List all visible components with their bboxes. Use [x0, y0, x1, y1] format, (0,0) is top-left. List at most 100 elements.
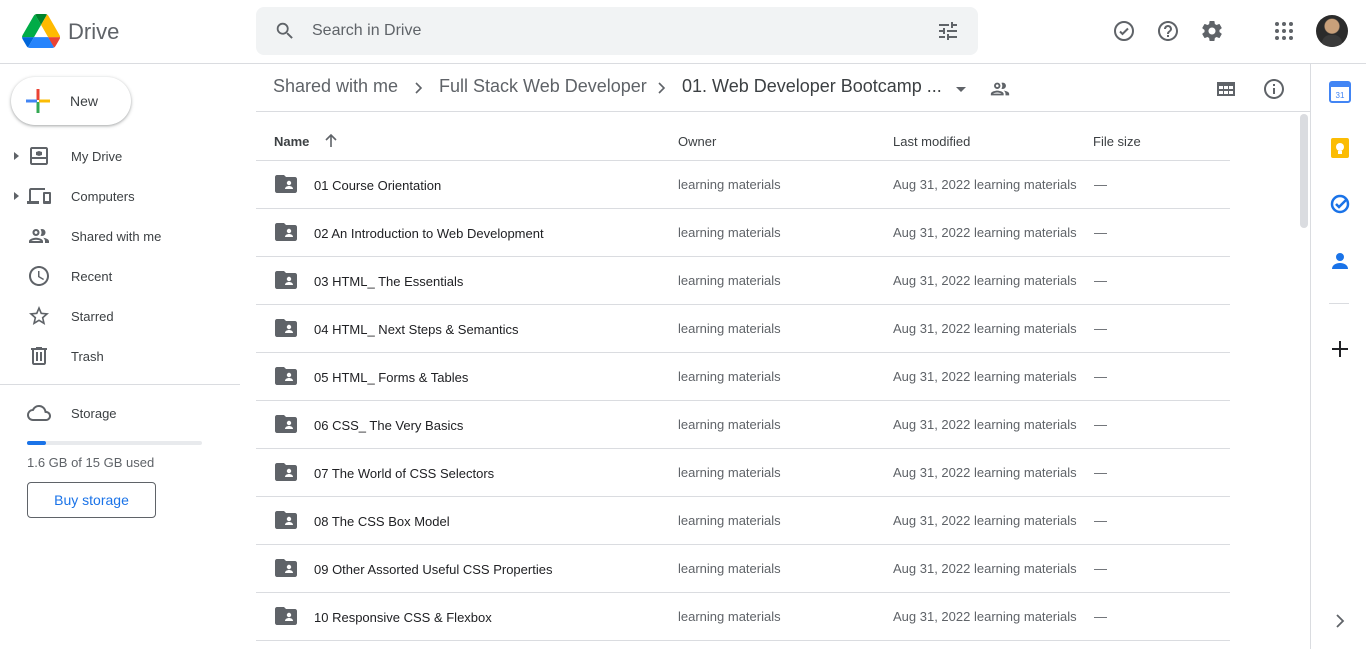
search-options-icon[interactable] [936, 19, 960, 43]
table-row[interactable]: 09 Other Assorted Useful CSS Properties l… [256, 545, 1230, 593]
last-modified-by: learning materials [974, 417, 1077, 432]
file-name[interactable]: 01 Course Orientation [314, 178, 441, 193]
trash-icon [31, 347, 47, 365]
sidebar-item-label: Starred [71, 309, 114, 324]
sidebar-item-starred[interactable]: Starred [0, 300, 240, 332]
expand-arrow-icon[interactable] [10, 150, 22, 162]
table-header: Name Owner Last modified File size [256, 113, 1230, 161]
contacts-icon[interactable] [1329, 249, 1351, 271]
settings-icon[interactable] [1200, 19, 1224, 43]
avatar[interactable] [1316, 15, 1348, 47]
apps-icon[interactable] [1272, 19, 1296, 43]
sidebar-item-computers[interactable]: Computers [0, 180, 240, 212]
cloud-icon [27, 405, 51, 421]
last-modified-date: Aug 31, 2022 [893, 369, 971, 384]
table-row[interactable]: 10 Responsive CSS & Flexbox learning mate… [256, 593, 1230, 641]
file-name[interactable]: 10 Responsive CSS & Flexbox [314, 610, 492, 625]
tasks-icon[interactable] [1329, 193, 1351, 215]
file-name[interactable]: 04 HTML_ Next Steps & Semantics [314, 322, 518, 337]
shared-folder-icon [275, 415, 297, 433]
sidebar-item-recent[interactable]: Recent [0, 260, 240, 292]
side-panel: 31 [1310, 64, 1366, 649]
calendar-icon[interactable]: 31 [1329, 81, 1351, 103]
expand-panel-icon[interactable] [1329, 610, 1351, 632]
ready-offline-icon[interactable] [1112, 19, 1136, 43]
keep-icon[interactable] [1329, 137, 1351, 159]
add-addon-icon[interactable] [1329, 338, 1351, 360]
search-input[interactable] [312, 17, 912, 45]
sidebar-item-label: Computers [71, 189, 135, 204]
breadcrumb-item[interactable]: Full Stack Web Developer [439, 76, 647, 97]
table-row[interactable]: 05 HTML_ Forms & Tables learning material… [256, 353, 1230, 401]
plus-icon [26, 89, 50, 113]
clock-icon [29, 266, 49, 286]
scrollbar[interactable] [1300, 114, 1308, 228]
new-button[interactable]: New [11, 77, 131, 125]
file-name[interactable]: 02 An Introduction to Web Development [314, 226, 544, 241]
grid-view-icon[interactable] [1214, 77, 1238, 101]
storage-progress-bar [27, 441, 202, 445]
file-owner: learning materials [678, 273, 781, 288]
breadcrumb-current[interactable]: 01. Web Developer Bootcamp ... [682, 76, 942, 97]
drive-logo-icon[interactable] [22, 14, 60, 48]
expand-arrow-icon[interactable] [10, 190, 22, 202]
column-header-name[interactable]: Name [274, 134, 309, 149]
storage-label: Storage [71, 406, 117, 421]
file-owner: learning materials [678, 177, 781, 192]
file-owner: learning materials [678, 513, 781, 528]
file-size: — [1094, 273, 1107, 288]
table-row[interactable]: 07 The World of CSS Selectors learning ma… [256, 449, 1230, 497]
file-size: — [1094, 465, 1107, 480]
file-name[interactable]: 03 HTML_ The Essentials [314, 274, 463, 289]
last-modified-date: Aug 31, 2022 [893, 465, 971, 480]
help-icon[interactable] [1156, 19, 1180, 43]
info-icon[interactable] [1262, 77, 1286, 101]
column-header-owner[interactable]: Owner [678, 134, 716, 149]
column-header-last-modified[interactable]: Last modified [893, 134, 970, 149]
file-owner: learning materials [678, 369, 781, 384]
sidebar-item-shared-with-me[interactable]: Shared with me [0, 220, 240, 252]
search-icon[interactable] [274, 20, 296, 42]
breadcrumb-item[interactable]: Shared with me [273, 76, 398, 97]
column-header-file-size[interactable]: File size [1093, 134, 1141, 149]
buy-storage-button[interactable]: Buy storage [27, 482, 156, 518]
file-size: — [1094, 561, 1107, 576]
last-modified-date: Aug 31, 2022 [893, 513, 971, 528]
sidebar-item-trash[interactable]: Trash [0, 340, 240, 372]
table-row[interactable]: 04 HTML_ Next Steps & Semantics learning … [256, 305, 1230, 353]
app-name: Drive [68, 19, 120, 44]
top-bar: Drive [0, 0, 1366, 64]
table-row[interactable]: 03 HTML_ The Essentials learning material… [256, 257, 1230, 305]
table-row[interactable]: 02 An Introduction to Web Development lea… [256, 209, 1230, 257]
my-drive-icon [30, 147, 48, 165]
file-size: — [1094, 177, 1107, 192]
sidebar-item-label: Trash [71, 349, 104, 364]
file-owner: learning materials [678, 561, 781, 576]
file-name[interactable]: 05 HTML_ Forms & Tables [314, 370, 468, 385]
shared-folder-icon [275, 511, 297, 529]
sidebar-item-my-drive[interactable]: My Drive [0, 140, 240, 172]
shared-folder-people-icon[interactable] [989, 78, 1011, 100]
file-name[interactable]: 08 The CSS Box Model [314, 514, 450, 529]
file-name[interactable]: 06 CSS_ The Very Basics [314, 418, 463, 433]
last-modified-date: Aug 31, 2022 [893, 177, 971, 192]
table-row[interactable]: 08 The CSS Box Model learning materials Au… [256, 497, 1230, 545]
sidebar-item-storage[interactable]: Storage [0, 397, 240, 429]
last-modified-by: learning materials [974, 561, 1077, 576]
shared-folder-icon [275, 223, 297, 241]
main-content: Shared with me Full Stack Web Developer … [256, 64, 1310, 649]
calendar-day: 31 [1336, 91, 1345, 100]
file-owner: learning materials [678, 321, 781, 336]
table-row[interactable]: 01 Course Orientation learning materials A… [256, 161, 1230, 209]
caret-down-icon[interactable] [954, 82, 968, 96]
file-name[interactable]: 07 The World of CSS Selectors [314, 466, 494, 481]
last-modified-date: Aug 31, 2022 [893, 417, 971, 432]
last-modified-by: learning materials [974, 465, 1077, 480]
file-name[interactable]: 09 Other Assorted Useful CSS Properties [314, 562, 552, 577]
sort-arrow-up-icon[interactable] [323, 133, 339, 149]
last-modified-by: learning materials [974, 609, 1077, 624]
table-row[interactable]: 06 CSS_ The Very Basics learning material… [256, 401, 1230, 449]
search-bar[interactable] [256, 7, 978, 55]
last-modified-by: learning materials [974, 177, 1077, 192]
shared-folder-icon [275, 559, 297, 577]
